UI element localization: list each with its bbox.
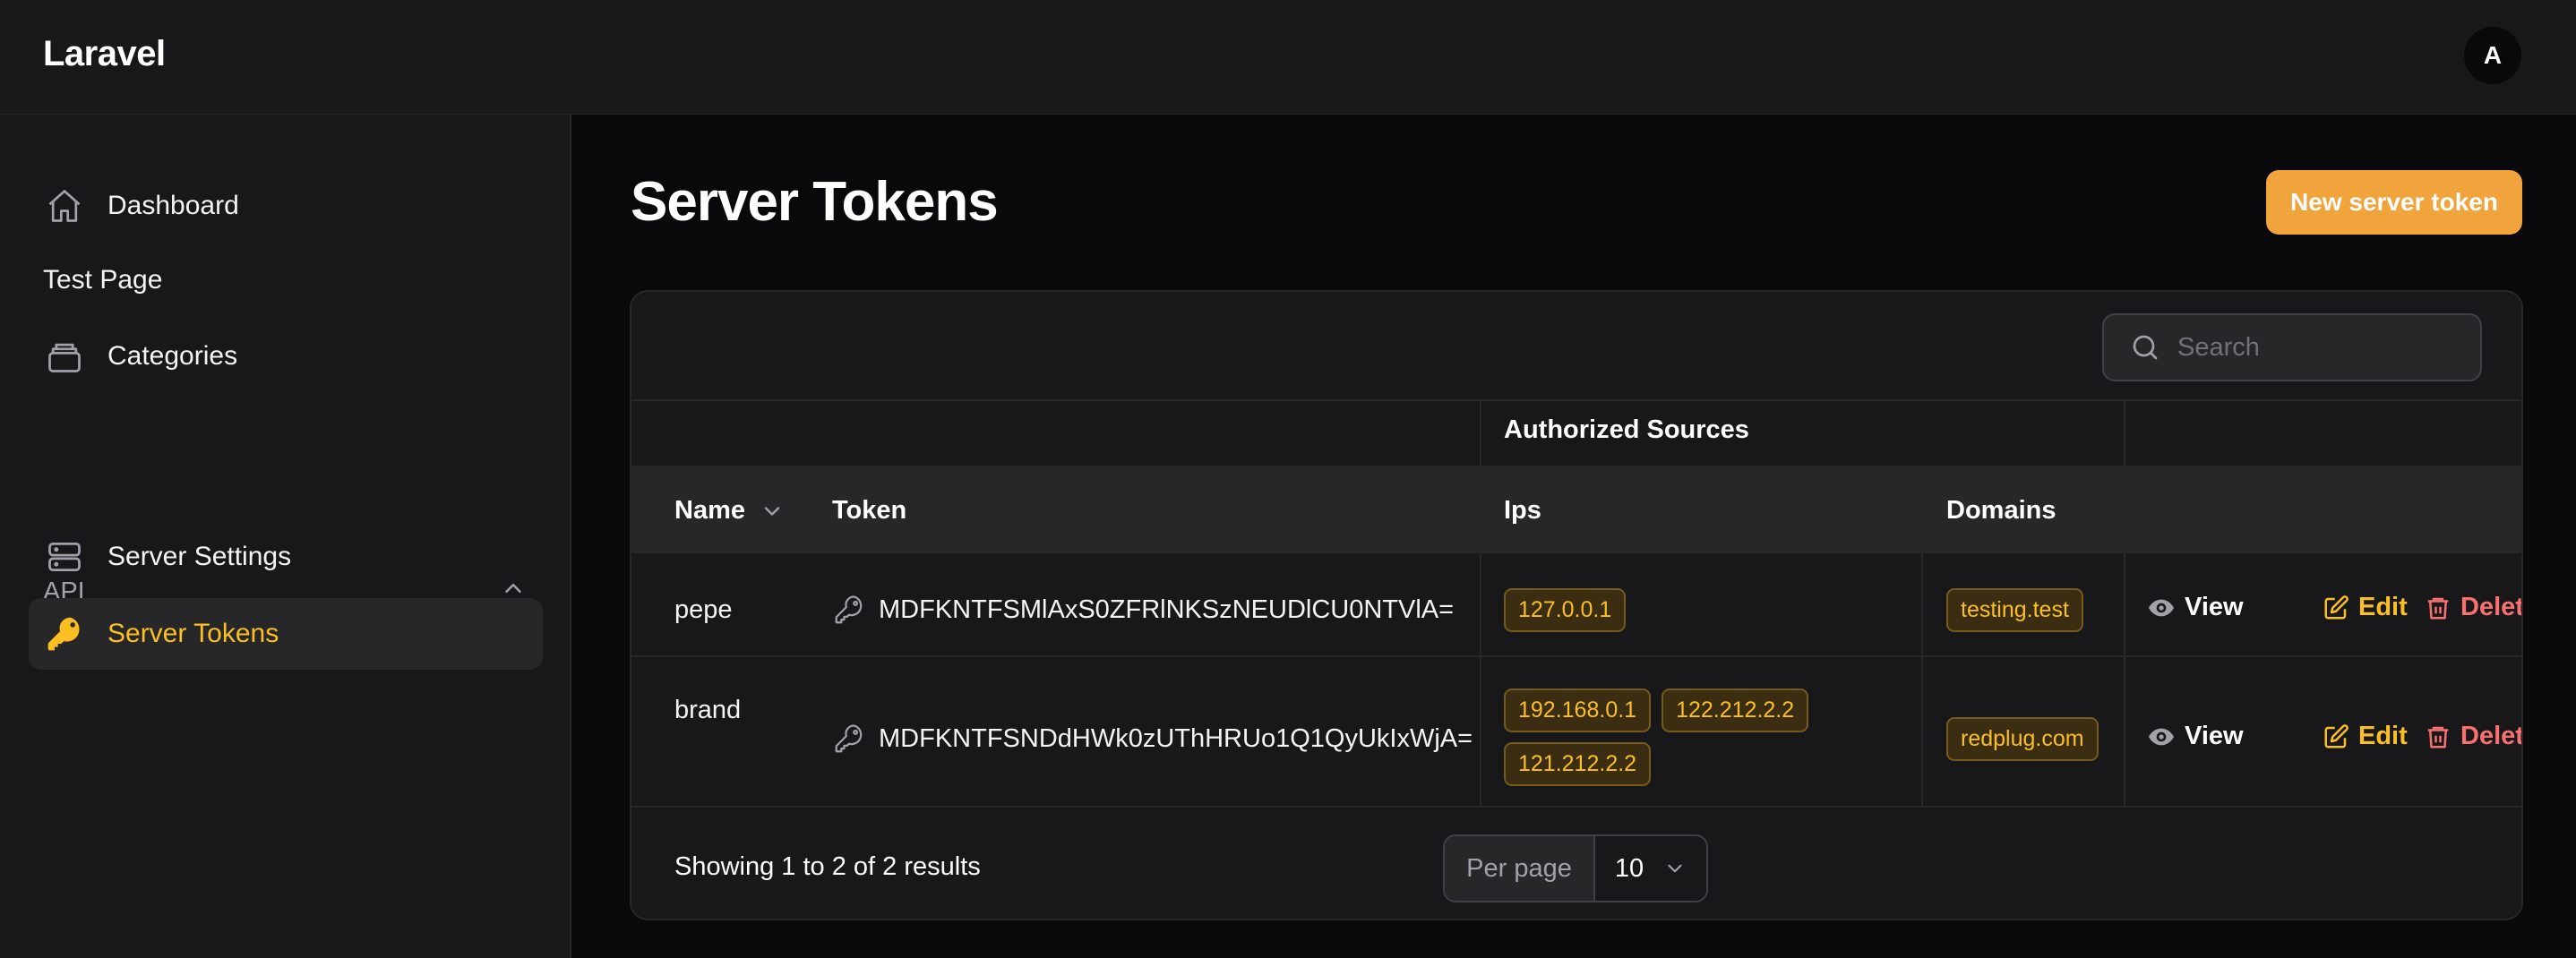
view-button[interactable]: View bbox=[2147, 593, 2244, 622]
action-label: View bbox=[2185, 593, 2244, 621]
per-page-number: 10 bbox=[1614, 853, 1644, 883]
user-avatar[interactable]: A bbox=[2464, 27, 2521, 84]
tokens-table-card: Authorized Sources Name Token Ips Domain… bbox=[630, 290, 2523, 920]
ip-badge: 192.168.0.1 bbox=[1504, 688, 1652, 732]
chevron-down-icon bbox=[1663, 857, 1687, 880]
row-2-ips: 192.168.0.1 122.212.2.2 bbox=[1504, 688, 1809, 732]
column-header-domains: Domains bbox=[1946, 496, 2057, 525]
row-2-domains: redplug.com bbox=[1946, 716, 2099, 761]
divider bbox=[1480, 399, 1481, 806]
action-label: View bbox=[2185, 722, 2244, 750]
row-1-domains: testing.test bbox=[1946, 587, 2083, 632]
sidebar-item-label: Categories bbox=[107, 341, 238, 371]
authorized-sources-header: Authorized Sources bbox=[1504, 415, 1749, 444]
per-page-label: Per page bbox=[1445, 836, 1595, 901]
divider bbox=[1921, 466, 1923, 806]
eye-icon bbox=[2147, 594, 2176, 622]
sidebar-item-label: Server Settings bbox=[107, 542, 292, 571]
delete-button[interactable]: Delete bbox=[2425, 593, 2523, 622]
sidebar-item-label: Dashboard bbox=[107, 191, 239, 220]
pagination-summary: Showing 1 to 2 of 2 results bbox=[674, 852, 981, 881]
ip-badge: 121.212.2.2 bbox=[1504, 741, 1652, 786]
column-header-ips: Ips bbox=[1504, 496, 1541, 525]
token-value: MDFKNTFSNDdHWk0zUThHRUo1Q1QyUkIxWjA= bbox=[879, 723, 1473, 753]
trash-icon bbox=[2425, 723, 2451, 750]
page-title: Server Tokens bbox=[631, 171, 999, 233]
per-page-value[interactable]: 10 bbox=[1595, 836, 1706, 901]
sidebar-item-test-page[interactable]: Test Page bbox=[43, 265, 162, 295]
trash-icon bbox=[2425, 594, 2451, 621]
row-1-ips: 127.0.0.1 bbox=[1504, 587, 1627, 632]
divider bbox=[631, 552, 2521, 553]
row-2-name: brand bbox=[674, 695, 742, 724]
token-value: MDFKNTFSMlAxS0ZFRlNKSzNEUDlCU0NTVlA= bbox=[879, 594, 1455, 624]
sidebar-item-server-tokens[interactable]: Server Tokens bbox=[29, 598, 543, 670]
eye-icon bbox=[2147, 723, 2176, 751]
domain-badge: redplug.com bbox=[1946, 716, 2099, 761]
domain-badge: testing.test bbox=[1946, 587, 2083, 632]
action-label: Delete bbox=[2460, 593, 2523, 621]
divider bbox=[2124, 399, 2125, 806]
app-brand[interactable]: Laravel bbox=[43, 34, 166, 74]
top-bar: Laravel A bbox=[0, 0, 2576, 115]
row-1-token: MDFKNTFSMlAxS0ZFRlNKSzNEUDlCU0NTVlA= bbox=[832, 587, 1454, 632]
ip-badge: 127.0.0.1 bbox=[1504, 587, 1627, 632]
edit-button[interactable]: Edit bbox=[2323, 722, 2408, 751]
edit-button[interactable]: Edit bbox=[2323, 593, 2408, 622]
action-label: Edit bbox=[2358, 722, 2408, 750]
column-label: Name bbox=[674, 496, 745, 525]
view-button[interactable]: View bbox=[2147, 722, 2244, 751]
new-server-token-button[interactable]: New server token bbox=[2266, 170, 2522, 235]
delete-button[interactable]: Delete bbox=[2425, 722, 2523, 751]
row-2-ips-wrap: 121.212.2.2 bbox=[1504, 741, 1652, 786]
home-icon bbox=[43, 184, 86, 227]
main-content: Server Tokens New server token Authorize… bbox=[573, 115, 2576, 958]
per-page-select[interactable]: Per page 10 bbox=[1443, 834, 1708, 902]
row-1-name: pepe bbox=[674, 594, 733, 624]
search-box[interactable] bbox=[2102, 313, 2482, 381]
action-label: Edit bbox=[2358, 593, 2408, 621]
sidebar: Dashboard Test Page Categories API Serve… bbox=[0, 115, 571, 958]
table-header-row bbox=[631, 466, 2521, 552]
ip-badge: 122.212.2.2 bbox=[1662, 688, 1809, 732]
column-header-name[interactable]: Name bbox=[674, 496, 785, 526]
row-2-token: MDFKNTFSNDdHWk0zUThHRUo1Q1QyUkIxWjA= bbox=[832, 716, 1473, 761]
chevron-down-icon bbox=[760, 499, 785, 524]
divider bbox=[631, 399, 2521, 401]
key-icon bbox=[832, 593, 866, 627]
search-input[interactable] bbox=[2177, 332, 2464, 363]
key-icon bbox=[43, 612, 86, 655]
server-icon bbox=[43, 535, 86, 578]
sidebar-item-label: Server Tokens bbox=[107, 619, 279, 648]
sidebar-item-server-settings[interactable]: Server Settings bbox=[29, 521, 543, 593]
column-header-token: Token bbox=[832, 496, 907, 525]
divider bbox=[631, 806, 2521, 808]
action-label: Delete bbox=[2460, 722, 2523, 750]
stack-icon bbox=[43, 335, 86, 378]
key-icon bbox=[832, 722, 866, 756]
edit-icon bbox=[2323, 594, 2349, 621]
sidebar-item-categories[interactable]: Categories bbox=[29, 321, 543, 392]
divider bbox=[631, 655, 2521, 657]
search-icon bbox=[2129, 331, 2161, 364]
edit-icon bbox=[2323, 723, 2349, 750]
sidebar-item-dashboard[interactable]: Dashboard bbox=[29, 170, 543, 242]
